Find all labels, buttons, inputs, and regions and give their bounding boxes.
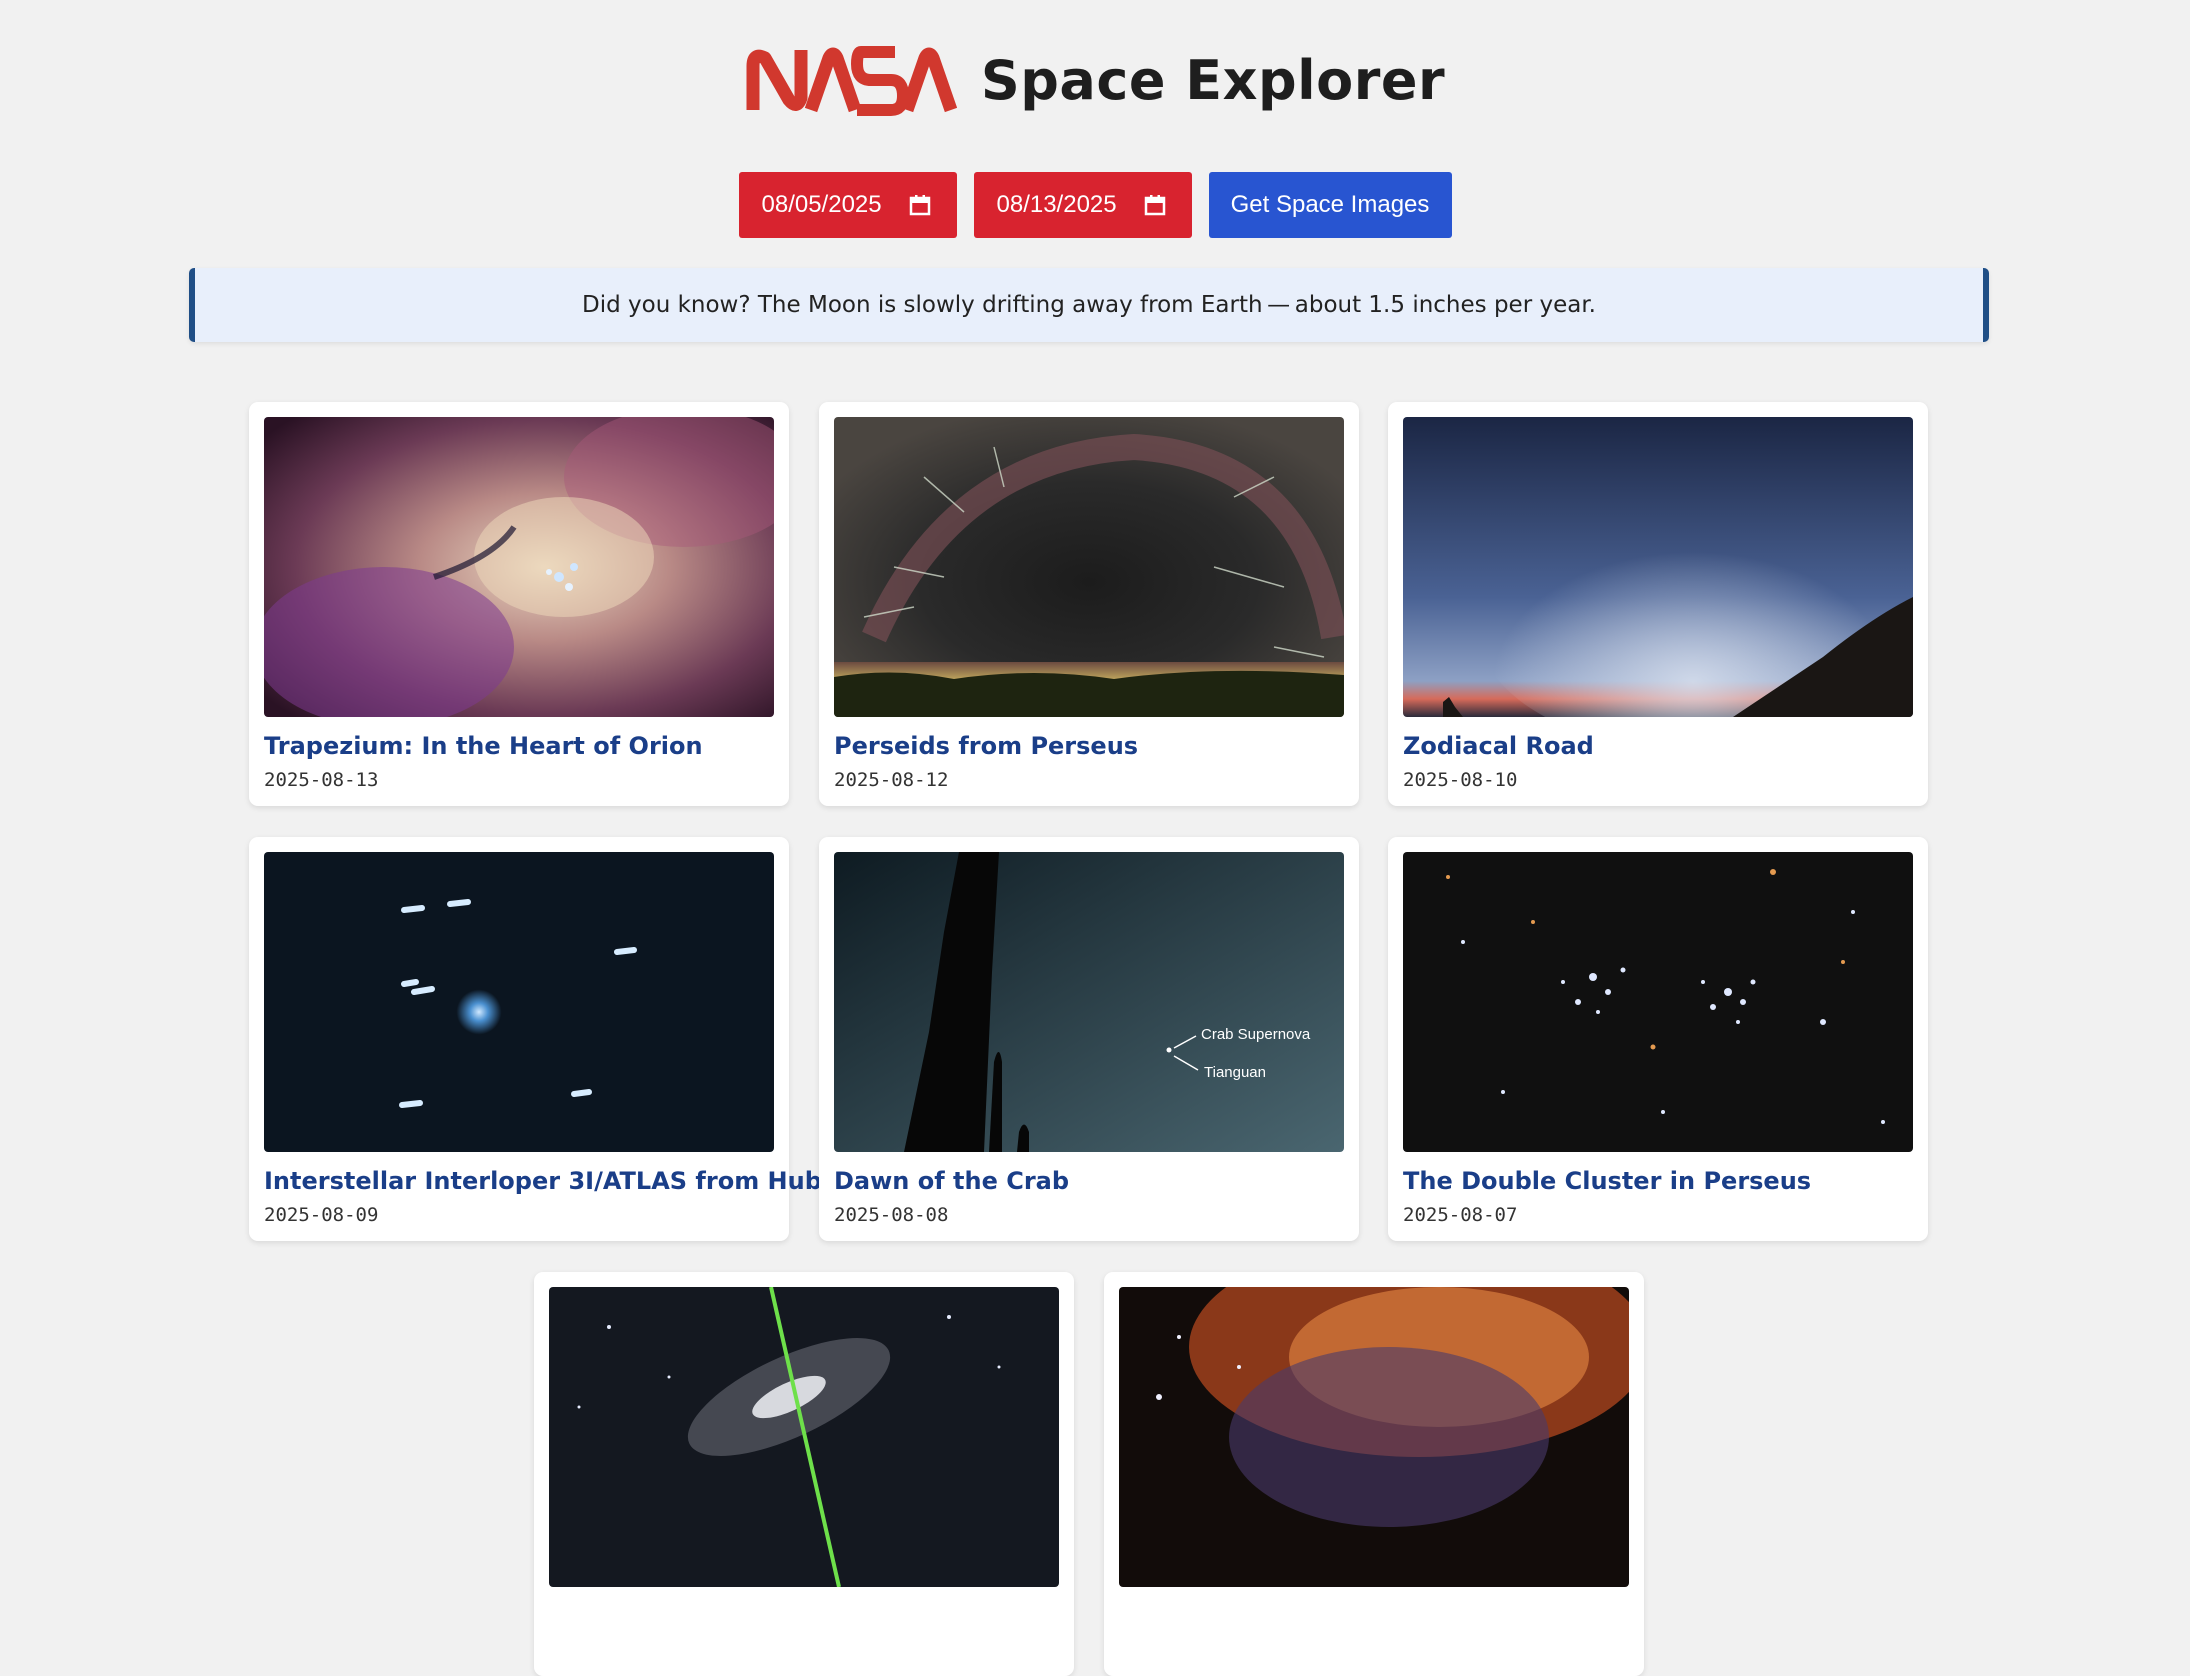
card-date: 2025-08-13 (264, 769, 379, 791)
gallery-card[interactable]: The Double Cluster in Perseus 2025-08-07 (1388, 837, 1928, 1241)
gallery-image-perseids[interactable] (834, 417, 1344, 717)
page-title: Space Explorer (980, 48, 1446, 112)
calendar-icon[interactable] (1144, 194, 1166, 216)
gallery-card[interactable]: Interstellar Interloper 3I/ATLAS from Hu… (249, 837, 864, 1241)
gallery-card[interactable]: Zodiacal Road 2025-08-10 (1388, 402, 1928, 806)
card-title[interactable]: Zodiacal Road (1403, 732, 1923, 760)
card-date: 2025-08-08 (834, 1204, 949, 1226)
gallery-image-trapezium[interactable] (264, 417, 774, 717)
card-title[interactable]: Trapezium: In the Heart of Orion (264, 732, 784, 760)
card-title[interactable]: The Double Cluster in Perseus (1403, 1167, 1923, 1195)
card-date: 2025-08-07 (1403, 1204, 1518, 1226)
nasa-logo (746, 46, 957, 116)
fun-fact-banner: Did you know? The Moon is slowly driftin… (189, 268, 1989, 342)
card-title[interactable]: Perseids from Perseus (834, 732, 1354, 760)
start-date-input[interactable]: 08/05/2025 (738, 172, 957, 238)
card-title[interactable]: Dawn of the Crab (834, 1167, 1354, 1195)
gallery-card[interactable] (534, 1272, 1074, 1676)
card-date: 2025-08-12 (834, 769, 949, 791)
gallery-image[interactable] (549, 1287, 1059, 1587)
date-controls: 08/05/2025 08/13/2025 Get Space Images (0, 172, 2190, 238)
start-date-value: 08/05/2025 (761, 191, 882, 218)
gallery-card[interactable] (1104, 1272, 1644, 1676)
image-label-tianguan: Tianguan (1204, 1064, 1266, 1081)
card-date: 2025-08-09 (264, 1204, 379, 1226)
image-label-crab-supernova: Crab Supernova (1201, 1026, 1311, 1043)
card-title[interactable]: Interstellar Interloper 3I/ATLAS from Hu… (264, 1167, 864, 1195)
page-header: Space Explorer (0, 44, 2190, 116)
fun-fact-text: Did you know? The Moon is slowly driftin… (582, 292, 1596, 318)
gallery-image-interstellar-interloper[interactable] (264, 852, 774, 1152)
gallery-card[interactable]: Trapezium: In the Heart of Orion 2025-08… (249, 402, 789, 806)
end-date-input[interactable]: 08/13/2025 (973, 172, 1192, 238)
gallery-image-dawn-of-the-crab[interactable]: Crab Supernova Tianguan (834, 852, 1344, 1152)
gallery-card[interactable]: Perseids from Perseus 2025-08-12 (819, 402, 1359, 806)
end-date-value: 08/13/2025 (996, 191, 1117, 218)
gallery-image-double-cluster[interactable] (1403, 852, 1913, 1152)
card-date: 2025-08-10 (1403, 769, 1518, 791)
gallery-card[interactable]: Crab Supernova Tianguan Dawn of the Crab… (819, 837, 1359, 1241)
calendar-icon[interactable] (909, 194, 931, 216)
get-space-images-button[interactable]: Get Space Images (1208, 172, 1452, 238)
gallery-image[interactable] (1119, 1287, 1629, 1587)
gallery-image-zodiacal-road[interactable] (1403, 417, 1913, 717)
